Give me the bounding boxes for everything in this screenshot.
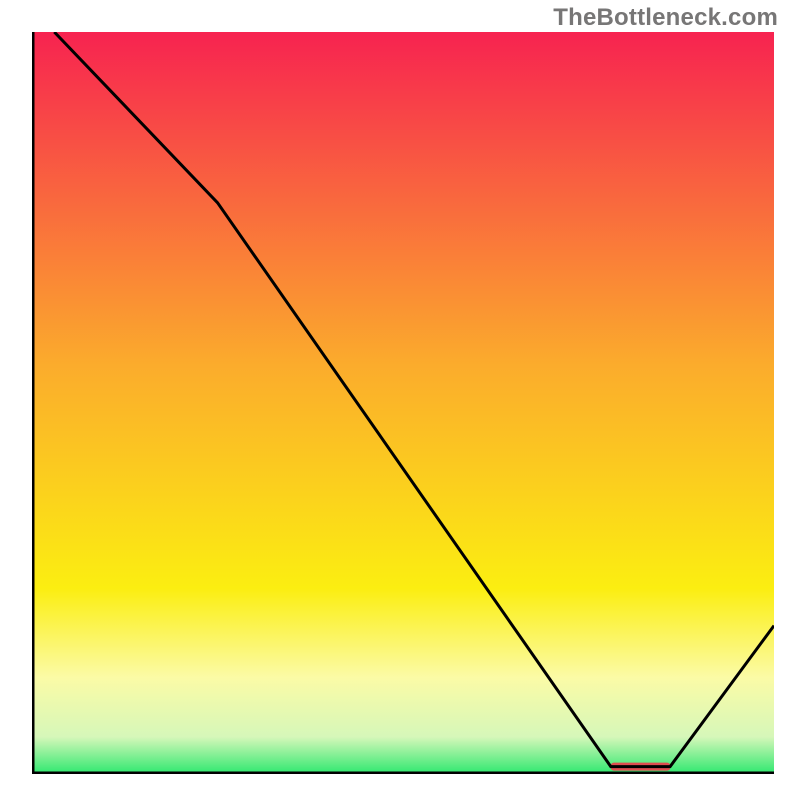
chart-background-gradient <box>32 32 774 774</box>
chart-svg <box>32 32 774 774</box>
chart-container: TheBottleneck.com <box>0 0 800 800</box>
watermark-text: TheBottleneck.com <box>553 4 778 32</box>
chart-plot-area <box>32 32 774 774</box>
